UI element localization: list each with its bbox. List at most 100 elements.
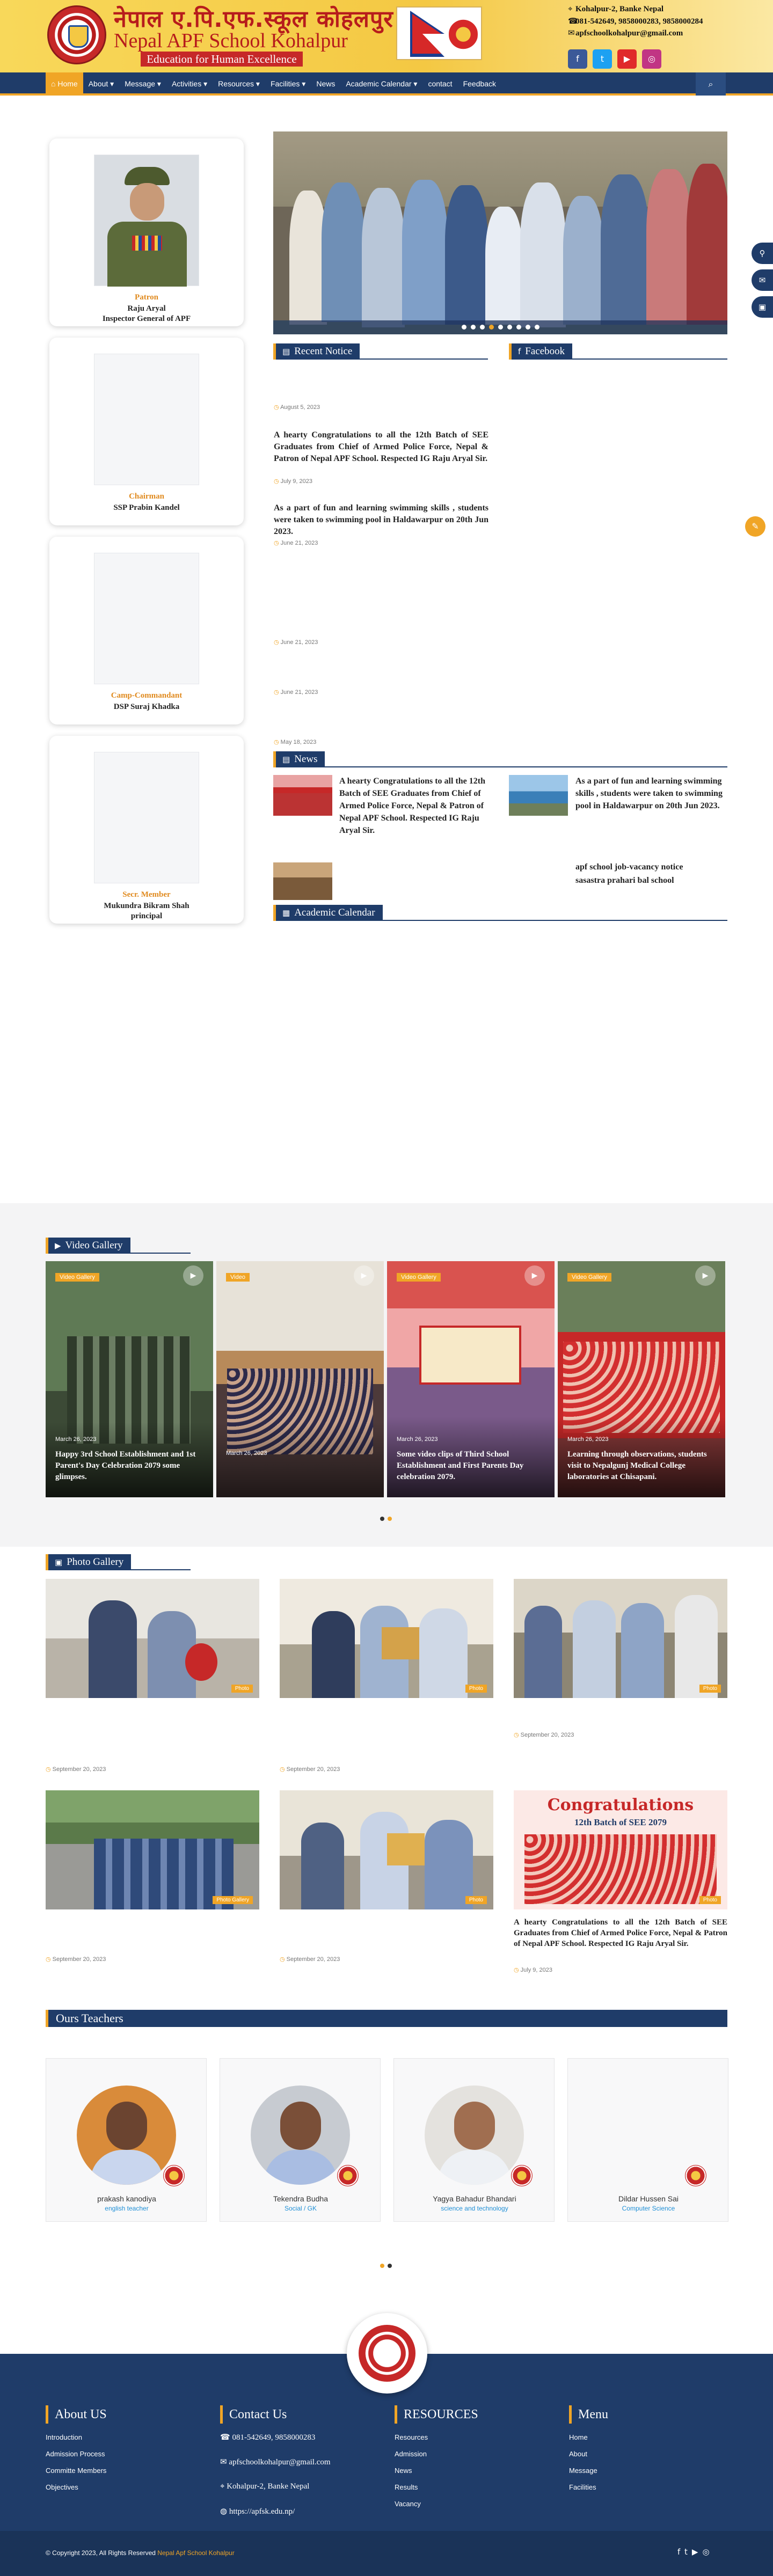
teachers-heading: Ours Teachers <box>46 2010 131 2027</box>
news-title[interactable]: A hearty Congratulations to all the 12th… <box>339 775 490 837</box>
footer-link[interactable]: Introduction <box>46 2433 82 2441</box>
video-card[interactable]: Video ▶ March 26, 2023 <box>216 1261 384 1497</box>
hero-slider[interactable] <box>273 131 727 334</box>
floating-search-icon[interactable]: ⚲ <box>752 243 773 264</box>
slider-dot[interactable] <box>525 325 530 330</box>
gallery-photo[interactable]: Photo <box>46 1579 259 1698</box>
slider-dot[interactable] <box>516 325 521 330</box>
carousel-dot[interactable] <box>388 2264 392 2268</box>
floating-gallery-icon[interactable]: ▣ <box>752 296 773 318</box>
slider-dot-active[interactable] <box>488 325 494 330</box>
nav-facilities[interactable]: Facilities ▾ <box>265 72 311 96</box>
notice-title[interactable]: A hearty Congratulations to all the 12th… <box>274 429 488 465</box>
footer-link[interactable]: Facilities <box>569 2483 596 2491</box>
video-card[interactable]: Video Gallery ▶ March 26, 2023 Some vide… <box>387 1261 555 1497</box>
nav-resources[interactable]: Resources ▾ <box>213 72 265 96</box>
youtube-icon[interactable]: ▶ <box>692 2547 703 2557</box>
footer-website[interactable]: ◍ https://apfsk.edu.np/ <box>220 2506 295 2516</box>
play-icon[interactable]: ▶ <box>183 1265 203 1286</box>
teacher-role: Computer Science <box>622 2205 675 2212</box>
floating-edit-icon[interactable]: ✎ <box>745 516 765 537</box>
secretary-photo <box>94 752 199 883</box>
teacher-card[interactable]: Yagya Bahadur Bhandari science and techn… <box>393 2058 555 2222</box>
footer-social-icons[interactable]: ft▶◎ <box>677 2547 714 2557</box>
carousel-dot[interactable] <box>380 1517 384 1521</box>
news-thumbnail[interactable] <box>509 775 568 816</box>
video-title[interactable]: Learning through observations, students … <box>567 1449 719 1483</box>
photo-date: ◷ September 20, 2023 <box>280 1956 340 1963</box>
facebook-icon[interactable]: f <box>677 2547 684 2557</box>
photo-caption[interactable]: A hearty Congratulations to all the 12th… <box>514 1917 727 1949</box>
footer-link[interactable]: About <box>569 2450 587 2458</box>
nav-news[interactable]: News <box>311 72 340 96</box>
slider-dot[interactable] <box>479 325 485 330</box>
footer-link[interactable]: Message <box>569 2467 597 2475</box>
notice-date: ◷ August 5, 2023 <box>274 404 320 411</box>
photo-badge: Photo <box>465 1685 487 1693</box>
news-title[interactable]: As a part of fun and learning swimming s… <box>575 775 727 812</box>
news-thumbnail[interactable] <box>273 862 332 900</box>
twitter-icon[interactable]: t <box>593 49 612 69</box>
footer-email[interactable]: ✉ apfschoolkohalpur@gmail.com <box>220 2457 331 2467</box>
search-icon[interactable]: ⌕ <box>696 72 726 96</box>
footer-link[interactable]: Committe Members <box>46 2467 106 2475</box>
video-card[interactable]: Video Gallery ▶ March 26, 2023 Learning … <box>558 1261 725 1497</box>
teacher-card[interactable]: Dildar Hussen Sai Computer Science <box>567 2058 728 2222</box>
instagram-icon[interactable]: ◎ <box>642 49 661 69</box>
nav-activities[interactable]: Activities ▾ <box>166 72 213 96</box>
footer-link[interactable]: News <box>395 2467 412 2475</box>
nav-about[interactable]: About ▾ <box>83 72 120 96</box>
video-card[interactable]: Video Gallery ▶ March 26, 2023 Happy 3rd… <box>46 1261 213 1497</box>
gallery-photo[interactable]: Photo <box>280 1579 493 1698</box>
gallery-photo[interactable]: Photo <box>514 1579 727 1698</box>
nav-contact[interactable]: contact <box>422 72 457 96</box>
header-email[interactable]: ✉apfschoolkohalpur@gmail.com <box>568 28 683 38</box>
video-title[interactable]: Happy 3rd School Establishment and 1st P… <box>55 1449 207 1483</box>
notice-date: ◷ June 21, 2023 <box>274 639 318 646</box>
school-logo[interactable] <box>47 5 106 64</box>
footer-link[interactable]: Vacancy <box>395 2500 421 2508</box>
gallery-photo[interactable]: Photo Gallery <box>46 1790 259 1909</box>
teacher-card[interactable]: prakash kanodiya english teacher <box>46 2058 207 2222</box>
news-title[interactable]: apf school job-vacancy notice <box>575 861 727 873</box>
facebook-icon: f <box>518 347 521 356</box>
youtube-icon[interactable]: ▶ <box>617 49 637 69</box>
notice-title[interactable]: As a part of fun and learning swimming s… <box>274 502 488 538</box>
slider-dot[interactable] <box>507 325 512 330</box>
footer-link[interactable]: Objectives <box>46 2483 78 2491</box>
facebook-icon[interactable]: f <box>568 49 587 69</box>
slider-dot[interactable] <box>461 325 466 330</box>
carousel-dot-active[interactable] <box>388 1517 392 1521</box>
calendar-icon: ▦ <box>282 908 290 918</box>
school-tagline: Education for Human Excellence <box>141 52 303 67</box>
twitter-icon[interactable]: t <box>684 2547 692 2557</box>
nav-message[interactable]: Message ▾ <box>119 72 166 96</box>
teacher-card[interactable]: Tekendra Budha Social / GK <box>220 2058 381 2222</box>
play-icon[interactable]: ▶ <box>695 1265 716 1286</box>
nav-home[interactable]: ⌂ Home <box>46 72 83 96</box>
carousel-dot-active[interactable] <box>380 2264 384 2268</box>
news-thumbnail[interactable] <box>273 775 332 816</box>
gallery-photo[interactable]: Photo <box>280 1790 493 1909</box>
news-title[interactable]: sasastra prahari bal school <box>575 875 727 887</box>
footer-link[interactable]: Home <box>569 2433 588 2441</box>
teacher-name: Yagya Bahadur Bhandari <box>433 2194 516 2203</box>
video-title[interactable]: Some video clips of Third School Establi… <box>397 1449 548 1483</box>
slider-dot[interactable] <box>534 325 539 330</box>
footer-about-heading: About US <box>46 2405 107 2424</box>
nav-feedback[interactable]: Feedback <box>458 72 501 96</box>
copyright-site-name[interactable]: Nepal Apf School Kohalpur <box>157 2549 234 2557</box>
instagram-icon[interactable]: ◎ <box>702 2547 713 2557</box>
floating-mail-icon[interactable]: ✉ <box>752 269 773 291</box>
play-icon[interactable]: ▶ <box>524 1265 545 1286</box>
slider-dot[interactable] <box>498 325 503 330</box>
play-icon[interactable]: ▶ <box>354 1265 374 1286</box>
nav-academic-calendar[interactable]: Academic Calendar ▾ <box>340 72 422 96</box>
footer-link[interactable]: Admission Process <box>46 2450 105 2458</box>
video-badge: Video Gallery <box>55 1273 99 1282</box>
slider-dot[interactable] <box>470 325 476 330</box>
footer-link[interactable]: Admission <box>395 2450 427 2458</box>
footer-link[interactable]: Results <box>395 2483 418 2491</box>
footer-link[interactable]: Resources <box>395 2433 428 2441</box>
gallery-photo[interactable]: Congratulations 12th Batch of SEE 2079 P… <box>514 1790 727 1909</box>
